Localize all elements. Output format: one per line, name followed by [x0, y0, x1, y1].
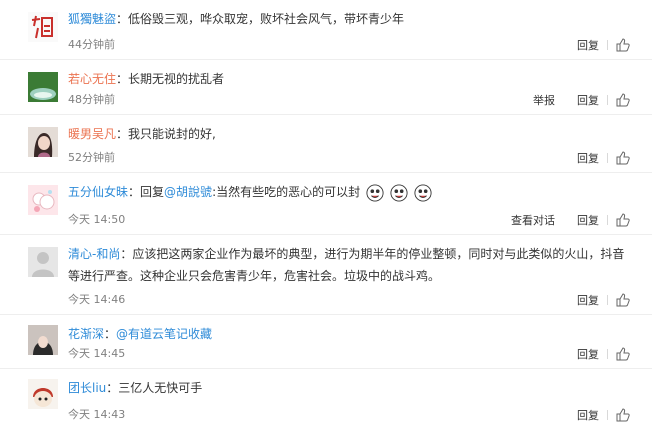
comment-item: 花渐深：@有道云笔记收藏 今天 14:45 回复 [0, 315, 652, 369]
avatar[interactable] [28, 12, 58, 42]
reply-button[interactable]: 回复 [577, 150, 599, 166]
comment-item: 若心无住：长期无视的扰乱者 48分钟前 举报 回复 [0, 60, 652, 115]
comment-body: 五分仙女昧：回复@胡說號:当然有些吃的恶心的可以封 [68, 181, 634, 203]
reply-button[interactable]: 回复 [577, 292, 599, 308]
mention-link[interactable]: @胡說號 [164, 185, 212, 199]
comment-username[interactable]: 花渐深 [68, 327, 104, 341]
divider [607, 349, 608, 359]
comment-time: 今天 14:43 [68, 408, 126, 421]
comment-username[interactable]: 暖男吴凡 [68, 127, 116, 141]
comment-actions: 回复 [555, 346, 630, 362]
comment-body: 暖男吴凡：我只能说封的好, [68, 127, 216, 141]
comment-item: 暖男吴凡：我只能说封的好, 52分钟前 回复 [0, 115, 652, 173]
comment-time: 44分钟前 [68, 38, 115, 51]
comment-actions: 举报 回复 [511, 92, 630, 108]
divider [607, 40, 608, 50]
comment-item: 五分仙女昧：回复@胡說號:当然有些吃的恶心的可以封 今天 14:50 查看对话 … [0, 173, 652, 235]
comment-time: 今天 14:45 [68, 347, 126, 360]
comment-time: 今天 14:50 [68, 213, 126, 226]
comment-body: 花渐深：@有道云笔记收藏 [68, 327, 213, 341]
comment-time: 52分钟前 [68, 151, 115, 164]
comment-username[interactable]: 团长liu [68, 381, 106, 395]
like-icon[interactable] [616, 408, 630, 422]
comment-body: 狐獨魅盜：低俗毁三观，哗众取宠，败坏社会风气，带坏青少年 [68, 12, 405, 26]
like-icon[interactable] [616, 293, 630, 307]
comment-text: 低俗毁三观，哗众取宠，败坏社会风气，带坏青少年 [128, 12, 405, 26]
report-button[interactable]: 举报 [533, 92, 555, 108]
comment-body: 团长liu：三亿人无快可手 [68, 381, 203, 395]
comment-text: 长期无视的扰乱者 [128, 72, 225, 86]
like-icon[interactable] [616, 151, 630, 165]
doge-emoji-icon [414, 183, 432, 202]
divider [607, 95, 608, 105]
divider [607, 215, 608, 225]
avatar[interactable] [28, 379, 58, 409]
like-icon[interactable] [616, 347, 630, 361]
avatar[interactable] [28, 185, 58, 215]
reply-button[interactable]: 回复 [577, 92, 599, 108]
comment-text: 应该把这两家企业作为最坏的典型，进行为期半年的停业整顿，同时对与此类似的火山，抖… [68, 247, 625, 283]
comment-text: :当然有些吃的恶心的可以封 [212, 185, 361, 199]
reply-button[interactable]: 回复 [577, 346, 599, 362]
comment-actions: 回复 [555, 37, 630, 53]
comment-item: 狐獨魅盜：低俗毁三观，哗众取宠，败坏社会风气，带坏青少年 44分钟前 回复 [0, 0, 652, 60]
view-conversation-button[interactable]: 查看对话 [511, 212, 555, 228]
comment-actions: 查看对话 回复 [489, 212, 630, 228]
comment-body: 清心-和尚：应该把这两家企业作为最坏的典型，进行为期半年的停业整顿，同时对与此类… [68, 247, 625, 283]
comment-time: 今天 14:46 [68, 293, 126, 306]
reply-button[interactable]: 回复 [577, 212, 599, 228]
comment-actions: 回复 [555, 150, 630, 166]
comment-username[interactable]: 清心-和尚 [68, 247, 120, 261]
avatar[interactable] [28, 325, 58, 355]
comment-username[interactable]: 狐獨魅盜 [68, 12, 116, 26]
comment-list: 狐獨魅盜：低俗毁三观，哗众取宠，败坏社会风气，带坏青少年 44分钟前 回复 若心… [0, 0, 652, 429]
reply-button[interactable]: 回复 [577, 407, 599, 423]
avatar[interactable] [28, 127, 58, 157]
like-icon[interactable] [616, 38, 630, 52]
mention-link[interactable]: @有道云笔记收藏 [116, 327, 212, 341]
doge-emoji-icon [366, 183, 384, 202]
avatar[interactable] [28, 247, 58, 277]
comment-item: 团长liu：三亿人无快可手 今天 14:43 回复 [0, 369, 652, 429]
like-icon[interactable] [616, 93, 630, 107]
like-icon[interactable] [616, 213, 630, 227]
doge-emoji-icon [390, 183, 408, 202]
divider [607, 295, 608, 305]
divider [607, 410, 608, 420]
comment-username[interactable]: 五分仙女昧 [68, 185, 128, 199]
divider [607, 153, 608, 163]
comment-body: 若心无住：长期无视的扰乱者 [68, 72, 225, 86]
comment-actions: 回复 [555, 407, 630, 423]
reply-prefix: 回复 [140, 185, 165, 199]
reply-button[interactable]: 回复 [577, 37, 599, 53]
avatar[interactable] [28, 72, 58, 102]
comment-actions: 回复 [555, 292, 630, 308]
comment-text: 三亿人无快可手 [118, 381, 203, 395]
comment-time: 48分钟前 [68, 93, 115, 106]
comment-item: 清心-和尚：应该把这两家企业作为最坏的典型，进行为期半年的停业整顿，同时对与此类… [0, 235, 652, 315]
comment-username[interactable]: 若心无住 [68, 72, 116, 86]
comment-text: 我只能说封的好, [128, 127, 216, 141]
